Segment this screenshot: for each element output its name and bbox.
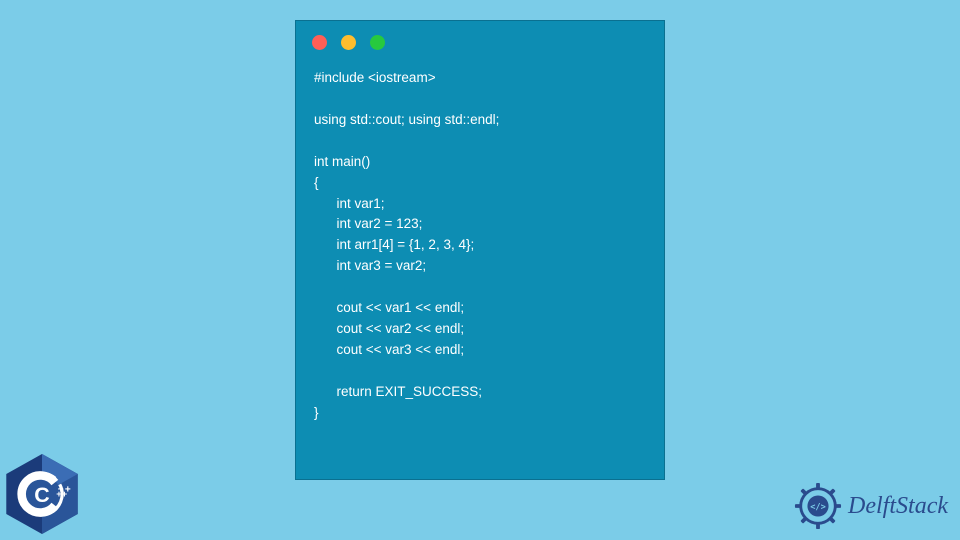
- svg-text:</>: </>: [810, 502, 826, 512]
- cpp-letter: C: [34, 483, 49, 507]
- minimize-icon: [341, 35, 356, 50]
- delftstack-gear-icon: </>: [794, 482, 842, 530]
- window-controls: [296, 21, 664, 58]
- close-icon: [312, 35, 327, 50]
- brand-name: DelftStack: [848, 493, 948, 520]
- code-content: #include <iostream> using std::cout; usi…: [296, 58, 664, 442]
- svg-text:++: ++: [56, 489, 67, 499]
- maximize-icon: [370, 35, 385, 50]
- delftstack-logo: </> DelftStack: [794, 482, 948, 530]
- code-window: #include <iostream> using std::cout; usi…: [295, 20, 665, 480]
- cpp-logo-icon: + + C ++: [6, 454, 78, 534]
